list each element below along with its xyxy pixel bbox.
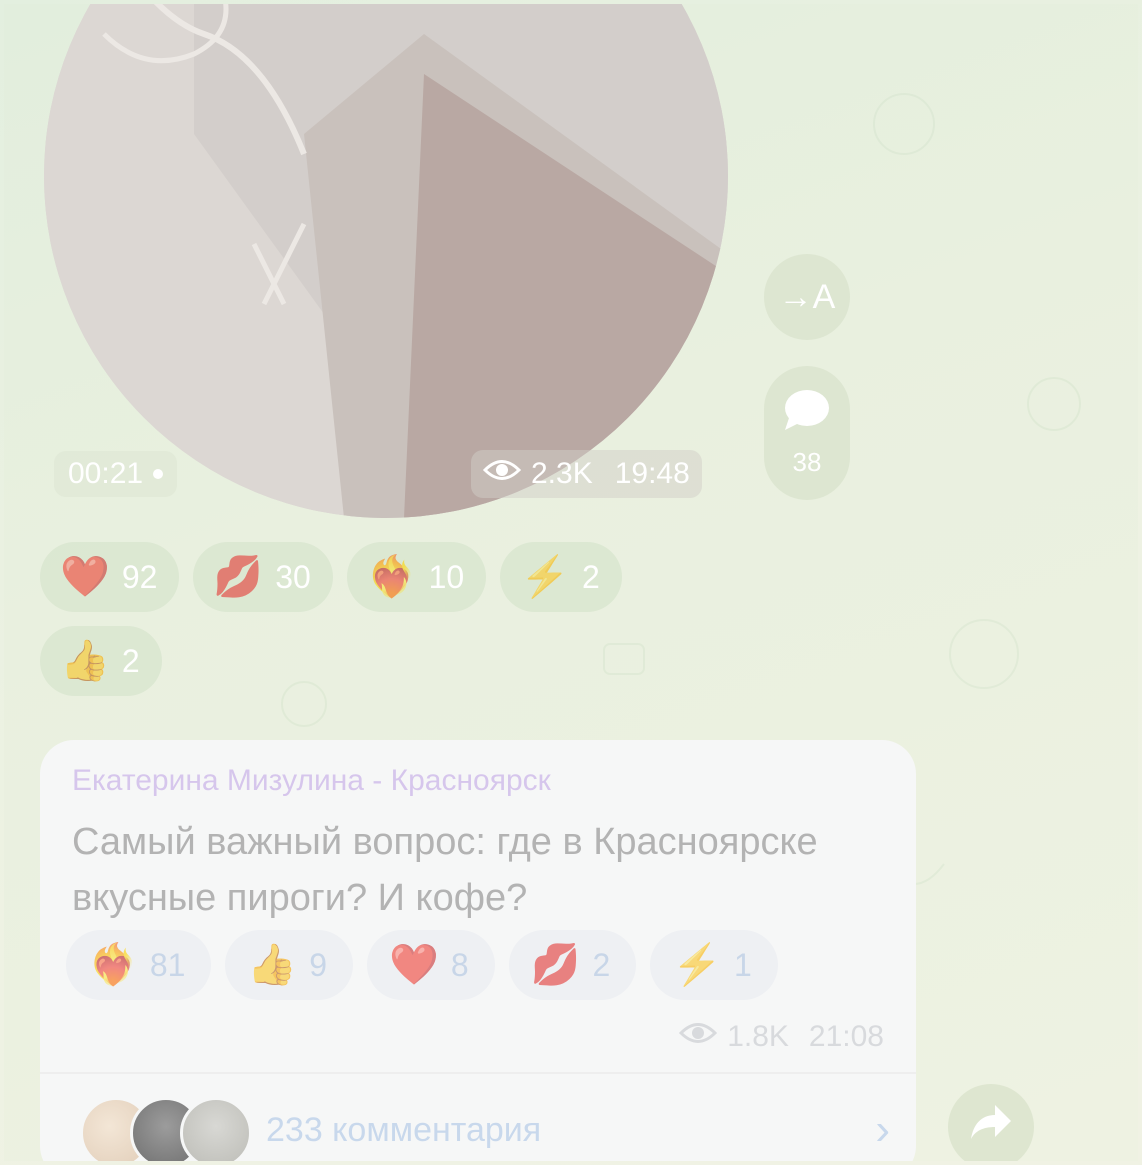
reaction-count: 9 bbox=[309, 946, 328, 983]
thumbs-up-icon: 👍 bbox=[60, 639, 110, 683]
reaction-lightning[interactable]: ⚡ 2 bbox=[500, 542, 622, 612]
divider bbox=[40, 1072, 916, 1074]
comments-link[interactable]: 233 комментария › bbox=[80, 1090, 890, 1161]
reaction-heart[interactable]: ❤️ 8 bbox=[367, 930, 495, 1000]
chevron-right-icon: › bbox=[875, 1105, 890, 1154]
kiss-icon: 💋 bbox=[530, 943, 581, 987]
reaction-thumbs-up[interactable]: 👍 2 bbox=[40, 626, 162, 696]
video-views: 2.3K bbox=[531, 457, 593, 490]
reaction-thumbs-up[interactable]: 👍 9 bbox=[225, 930, 354, 1000]
reaction-count: 30 bbox=[275, 558, 311, 595]
thumbs-up-icon: 👍 bbox=[247, 943, 298, 987]
comment-bubble-icon bbox=[783, 388, 831, 439]
reaction-lightning[interactable]: ⚡ 1 bbox=[650, 930, 778, 1000]
message-time: 21:08 bbox=[808, 1020, 884, 1053]
chat-background: 00:21 2.3K 19:48 →A 38 ❤️ 92 💋 30 ❤️‍🔥 10 ⚡… bbox=[4, 4, 1138, 1161]
eye-icon bbox=[679, 1020, 718, 1054]
author-name[interactable]: Екатерина Мизулина - Красноярск bbox=[72, 764, 551, 798]
reaction-count: 92 bbox=[121, 558, 158, 595]
message-meta: 1.8K 21:08 bbox=[679, 1020, 884, 1054]
video-reactions: ❤️ 92 💋 30 ❤️‍🔥 10 ⚡ 2 👍 2 bbox=[40, 542, 680, 696]
reaction-count: 2 bbox=[592, 946, 611, 983]
heart-icon: ❤️ bbox=[389, 943, 439, 987]
lightning-icon: ⚡ bbox=[520, 555, 571, 599]
video-time: 19:48 bbox=[614, 457, 690, 490]
lightning-icon: ⚡ bbox=[672, 943, 723, 987]
kiss-icon: 💋 bbox=[213, 555, 264, 599]
avatar bbox=[180, 1097, 252, 1161]
comments-count: 38 bbox=[792, 447, 822, 477]
eye-icon bbox=[482, 457, 522, 491]
heart-on-fire-icon: ❤️‍🔥 bbox=[366, 555, 417, 599]
heart-icon: ❤️ bbox=[60, 555, 110, 599]
commenter-avatars bbox=[80, 1097, 252, 1161]
translate-icon: →A bbox=[778, 277, 836, 316]
message-reactions: ❤️‍🔥 81 👍 9 ❤️ 8 💋 2 ⚡ 1 bbox=[66, 930, 778, 1000]
reaction-count: 8 bbox=[450, 946, 469, 983]
comments-button[interactable]: 38 bbox=[764, 366, 850, 500]
reaction-count: 81 bbox=[149, 946, 186, 983]
message-text: Самый важный вопрос: где в Красноярске в… bbox=[72, 821, 818, 919]
share-button[interactable] bbox=[948, 1084, 1034, 1161]
reaction-kiss[interactable]: 💋 2 bbox=[508, 930, 637, 1000]
reaction-count: 2 bbox=[582, 558, 600, 595]
reaction-kiss[interactable]: 💋 30 bbox=[193, 542, 333, 612]
reaction-heart[interactable]: ❤️ 92 bbox=[40, 542, 180, 612]
reaction-count: 2 bbox=[121, 642, 140, 679]
reaction-heart-on-fire[interactable]: ❤️‍🔥 10 bbox=[346, 542, 487, 612]
video-meta-badge: 2.3K 19:48 bbox=[471, 450, 702, 498]
message-bubble[interactable]: Екатерина Мизулина - Красноярск Самый ва… bbox=[40, 740, 916, 1161]
comments-label: 233 комментария bbox=[266, 1110, 542, 1149]
heart-on-fire-icon: ❤️‍🔥 bbox=[88, 943, 138, 987]
share-arrow-icon bbox=[969, 1103, 1013, 1151]
message-views: 1.8K bbox=[727, 1020, 789, 1053]
reaction-count: 1 bbox=[734, 946, 752, 983]
translate-button[interactable]: →A bbox=[764, 254, 850, 340]
reaction-count: 10 bbox=[428, 558, 465, 595]
video-duration-badge: 00:21 bbox=[54, 451, 178, 497]
reaction-heart-on-fire[interactable]: ❤️‍🔥 81 bbox=[66, 930, 212, 1000]
video-duration: 00:21 bbox=[68, 457, 144, 490]
unplayed-dot bbox=[153, 469, 164, 479]
